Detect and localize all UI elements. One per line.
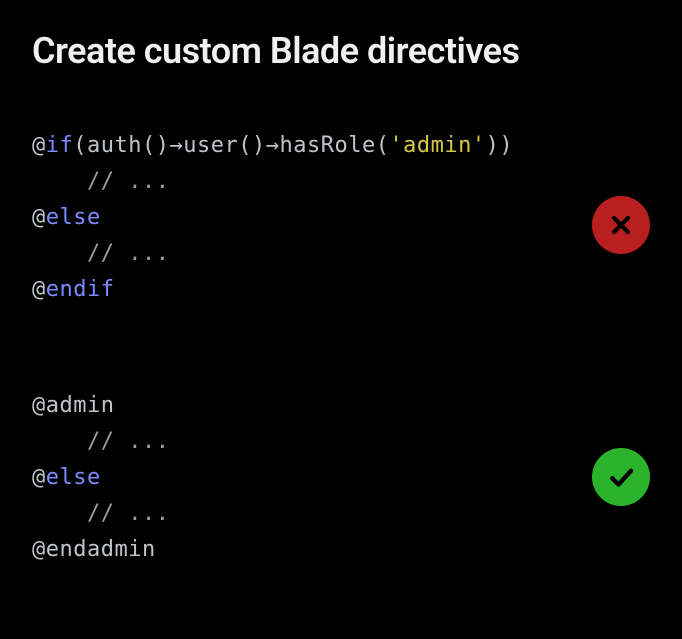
code-token: user <box>183 133 238 158</box>
code-token: auth <box>87 133 142 158</box>
cross-icon <box>607 211 635 239</box>
code-token: () <box>238 133 266 158</box>
code-snippet: @admin // ... @else // ... @endadmin <box>32 388 650 568</box>
code-token: else <box>46 465 101 490</box>
code-token: @ <box>32 393 46 418</box>
code-token: 'admin' <box>389 133 485 158</box>
code-token: → <box>169 133 183 158</box>
code-token: @ <box>32 277 46 302</box>
code-token: else <box>46 205 101 230</box>
code-token: @ <box>32 205 46 230</box>
code-token: @ <box>32 465 46 490</box>
code-token: ( <box>376 133 390 158</box>
code-token: endadmin <box>46 537 156 562</box>
code-token: @ <box>32 133 46 158</box>
status-badge-bad <box>592 196 650 254</box>
code-token: → <box>266 133 280 158</box>
code-token: )) <box>486 133 514 158</box>
code-token: if <box>46 133 74 158</box>
code-token: admin <box>46 393 115 418</box>
code-token: hasRole <box>279 133 375 158</box>
check-icon <box>606 462 636 492</box>
code-token: // ... <box>32 169 169 194</box>
code-token: () <box>142 133 170 158</box>
slide: Create custom Blade directives @if(auth(… <box>0 0 682 598</box>
code-token: ( <box>73 133 87 158</box>
code-block-bad: @if(auth()→user()→hasRole('admin')) // .… <box>32 128 650 308</box>
code-snippet: @if(auth()→user()→hasRole('admin')) // .… <box>32 128 650 308</box>
code-token: @ <box>32 537 46 562</box>
code-block-good: @admin // ... @else // ... @endadmin <box>32 388 650 568</box>
code-token: // ... <box>32 241 169 266</box>
code-token: endif <box>46 277 115 302</box>
page-title: Create custom Blade directives <box>32 30 650 72</box>
code-token: // ... <box>32 501 169 526</box>
status-badge-good <box>592 448 650 506</box>
code-token: // ... <box>32 429 169 454</box>
